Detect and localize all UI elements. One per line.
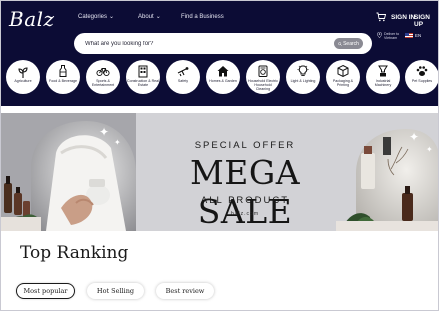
- sparkle-icon: ✦: [426, 145, 433, 154]
- banner-site: balz.com: [230, 211, 259, 217]
- plant-icon: [18, 67, 28, 78]
- bicycle-icon: [96, 68, 110, 77]
- search-button-label: Search: [343, 40, 359, 47]
- nav-about-label: About: [138, 14, 154, 20]
- cart-icon[interactable]: [376, 12, 386, 22]
- category-homes-garden[interactable]: Homes & Garden: [204, 60, 242, 94]
- banner-photo-right: [336, 113, 438, 231]
- category-packaging-printing[interactable]: Packaging & Printing: [324, 60, 362, 94]
- paw-icon: [416, 66, 428, 76]
- page: Balz Categories ⌄ About ⌄ Find a Busines…: [0, 0, 439, 311]
- location-pin-icon: [377, 32, 382, 38]
- appliance-icon: [258, 65, 268, 77]
- category-industrial-machinery[interactable]: Industrial Machinery: [364, 60, 402, 94]
- category-pet-supplies[interactable]: Pet Supplies: [403, 60, 438, 94]
- banner-caption: ALL PRODUCT: [200, 195, 290, 206]
- sparkle-icon: ✦: [114, 138, 121, 147]
- category-safety[interactable]: Safety: [164, 60, 202, 94]
- package-icon: [337, 64, 349, 78]
- nav-categories-label: Categories: [78, 14, 108, 20]
- language-label: EN: [415, 33, 422, 38]
- nav-categories[interactable]: Categories ⌄: [78, 14, 114, 20]
- sign-in-link[interactable]: SIGN IN: [391, 14, 415, 21]
- tab-hot-selling[interactable]: Hot Selling: [87, 283, 144, 299]
- promo-banner[interactable]: ✦ ✦ SPECIAL OFFER MEGA SALE ALL PRODUCT …: [1, 113, 438, 231]
- nav-about[interactable]: About ⌄: [138, 14, 161, 20]
- sparkle-icon: ✦: [99, 125, 110, 139]
- category-construction[interactable]: Construction & Real Estate: [124, 60, 162, 94]
- home-icon: [217, 66, 229, 77]
- category-agriculture[interactable]: Agriculture: [4, 60, 42, 94]
- category-label: Light & Lighting: [290, 79, 316, 83]
- us-flag-icon: [405, 33, 413, 38]
- tab-most-popular[interactable]: Most popular: [16, 283, 75, 299]
- chevron-down-icon: ⌄: [109, 14, 115, 20]
- sparkle-icon: ✦: [409, 130, 420, 144]
- machinery-icon: [378, 65, 388, 77]
- bottle-icon: [59, 65, 67, 77]
- banner-subtitle: SPECIAL OFFER: [194, 140, 296, 151]
- category-sports-entertainment[interactable]: Sports & Entertainment: [84, 60, 122, 94]
- language-selector[interactable]: EN: [405, 33, 421, 38]
- category-label: Sports & Entertainment: [91, 79, 115, 87]
- deliver-location[interactable]: Deliver to Vietnam: [377, 32, 399, 40]
- category-label: Household Electric Household Cleaning: [248, 79, 278, 91]
- search-button[interactable]: Search: [334, 38, 363, 49]
- banner-headline: MEGA SALE: [189, 153, 301, 231]
- category-label: Food & Beverage: [49, 79, 77, 83]
- lightbulb-icon: [297, 65, 309, 76]
- category-label: Construction & Real Estate: [127, 79, 159, 87]
- section-title: Top Ranking: [20, 243, 129, 263]
- search-bar: Search: [74, 33, 372, 54]
- search-input[interactable]: [85, 39, 315, 48]
- safety-icon: [177, 67, 189, 77]
- category-label: Safety: [177, 79, 189, 83]
- banner-photo-left: [1, 113, 136, 231]
- nav-find-business[interactable]: Find a Business: [181, 14, 224, 20]
- category-bar: Agriculture Food & Beverage Sports & Ent…: [1, 60, 438, 104]
- chevron-down-icon: ⌄: [155, 14, 161, 20]
- building-icon: [138, 65, 148, 78]
- logo[interactable]: Balz: [9, 7, 55, 31]
- category-label: Industrial Machinery: [374, 79, 392, 87]
- sign-up-link[interactable]: SIGN UP: [414, 14, 438, 28]
- category-light-lighting[interactable]: Light & Lighting: [284, 60, 322, 94]
- category-label: Agriculture: [14, 79, 32, 83]
- top-header: Balz Categories ⌄ About ⌄ Find a Busines…: [1, 1, 438, 106]
- nav-find-business-label: Find a Business: [181, 14, 224, 20]
- search-icon: [338, 41, 342, 46]
- category-label: Pet Supplies: [411, 79, 433, 83]
- tab-best-review[interactable]: Best review: [156, 283, 214, 299]
- category-food-beverage[interactable]: Food & Beverage: [44, 60, 82, 94]
- category-label: Packaging & Printing: [332, 79, 354, 87]
- category-household-electric[interactable]: Household Electric Household Cleaning: [244, 60, 282, 94]
- category-label: Homes & Garden: [209, 79, 237, 83]
- deliver-country: Vietnam: [384, 36, 398, 40]
